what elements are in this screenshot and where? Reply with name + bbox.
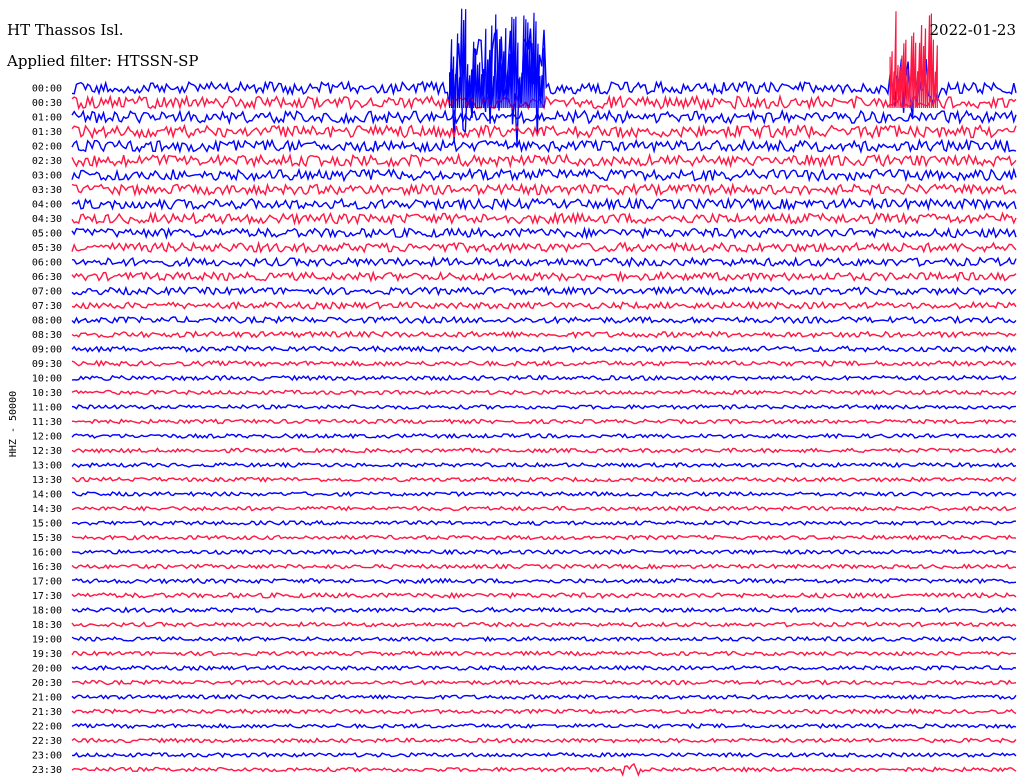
time-label-1930: 19:30 — [32, 649, 62, 660]
time-label-0500: 05:00 — [32, 229, 62, 240]
helicorder-chart: 00:00 00:30 01:00 01:30 02:00 02:30 03:00 03:30… — [0, 0, 1024, 780]
time-label-2230: 22:30 — [32, 736, 62, 747]
time-label-2130: 21:30 — [32, 707, 62, 718]
time-label-0200: 02:00 — [32, 142, 62, 153]
time-label-0700: 07:00 — [32, 287, 62, 298]
filter-subtitle: Applied filter: HTSSN-SP — [6, 52, 199, 70]
time-label-0930: 09:30 — [32, 359, 62, 370]
time-label-1530: 15:30 — [32, 533, 62, 544]
time-label-0000: 00:00 — [32, 84, 62, 95]
time-label-1000: 10:00 — [32, 374, 62, 385]
time-label-1630: 16:30 — [32, 562, 62, 573]
time-label-1600: 16:00 — [32, 548, 62, 559]
time-label-1730: 17:30 — [32, 591, 62, 602]
time-label-0130: 01:30 — [32, 127, 62, 138]
time-label-0800: 08:00 — [32, 316, 62, 327]
time-label-2200: 22:00 — [32, 722, 62, 733]
time-label-1200: 12:00 — [32, 432, 62, 443]
channel-label: HHZ - 50000 — [8, 391, 19, 457]
time-label-0400: 04:00 — [32, 200, 62, 211]
time-label-0630: 06:30 — [32, 272, 62, 283]
time-label-0100: 01:00 — [32, 113, 62, 124]
time-label-2100: 21:00 — [32, 693, 62, 704]
time-label-1900: 19:00 — [32, 635, 62, 646]
time-label-0830: 08:30 — [32, 330, 62, 341]
time-label-1430: 14:30 — [32, 504, 62, 515]
time-label-0900: 09:00 — [32, 345, 62, 356]
time-label-0300: 03:00 — [32, 171, 62, 182]
time-label-1500: 15:00 — [32, 519, 62, 530]
chart-date: 2022-01-23 — [930, 21, 1016, 39]
time-label-2000: 20:00 — [32, 664, 62, 675]
time-label-1300: 13:00 — [32, 461, 62, 472]
station-title: HT Thassos Isl. — [7, 21, 124, 39]
time-label-1030: 10:30 — [32, 388, 62, 399]
time-label-1130: 11:30 — [32, 417, 62, 428]
time-label-1830: 18:30 — [32, 620, 62, 631]
time-label-0530: 05:30 — [32, 243, 62, 254]
time-label-2030: 20:30 — [32, 678, 62, 689]
time-label-1230: 12:30 — [32, 446, 62, 457]
time-label-0230: 02:30 — [32, 156, 62, 167]
time-label-0430: 04:30 — [32, 214, 62, 225]
time-label-0030: 00:30 — [32, 98, 62, 109]
time-label-1700: 17:00 — [32, 577, 62, 588]
time-label-2300: 23:00 — [32, 751, 62, 762]
time-label-1330: 13:30 — [32, 475, 62, 486]
time-label-1100: 11:00 — [32, 403, 62, 414]
time-label-0330: 03:30 — [32, 185, 62, 196]
time-label-0600: 06:00 — [32, 258, 62, 269]
time-label-1400: 14:00 — [32, 490, 62, 501]
time-label-2330: 23:30 — [32, 765, 62, 776]
time-label-0730: 07:30 — [32, 301, 62, 312]
time-label-1800: 18:00 — [32, 606, 62, 617]
